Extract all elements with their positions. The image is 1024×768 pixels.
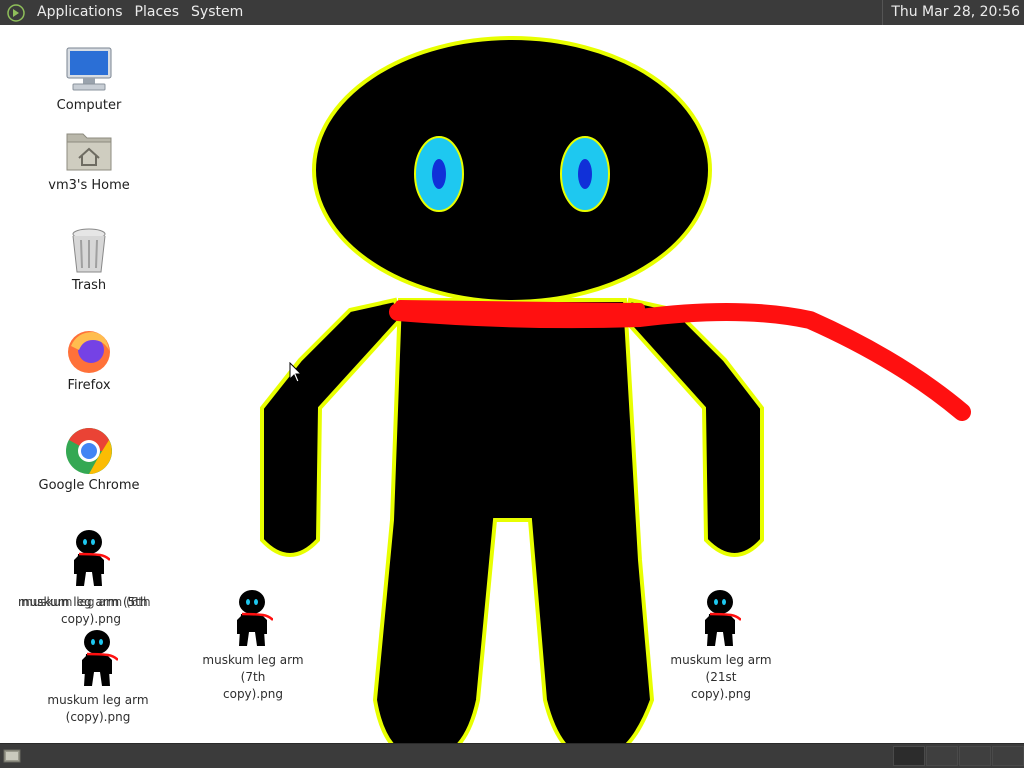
desktop-icon-label: Computer xyxy=(56,98,122,113)
firefox-icon xyxy=(68,331,110,373)
desktop-icon-firefox[interactable]: Firefox xyxy=(29,326,149,394)
places-menu[interactable]: Places xyxy=(129,0,186,25)
desktop-file-21st-copy[interactable]: muskum leg arm (21st copy).png xyxy=(661,588,781,703)
desktop-icon-home[interactable]: vm3's Home xyxy=(29,126,149,194)
desktop-file-7th-copy[interactable]: muskum leg arm (7th copy).png xyxy=(193,588,313,703)
workspace-1[interactable] xyxy=(893,746,925,766)
trash-icon xyxy=(72,228,106,273)
workspace-4[interactable] xyxy=(992,746,1024,766)
file-label-overlap-b: muskum leg arm (6th xyxy=(21,595,151,609)
desktop-icon-label: Trash xyxy=(71,278,107,293)
file-label-line1: muskum leg arm (21st xyxy=(670,653,772,684)
desktop-icon-computer[interactable]: Computer xyxy=(29,44,149,114)
file-label-line2: copy).png xyxy=(223,687,283,701)
workspace-3[interactable] xyxy=(959,746,991,766)
mate-logo-icon[interactable] xyxy=(7,3,25,22)
file-icon-stick-figure-thumb[interactable] xyxy=(70,528,111,590)
workspace-2[interactable] xyxy=(926,746,958,766)
file-label-overlap-line2: copy).png xyxy=(61,612,121,626)
desktop-icon-label: vm3's Home xyxy=(48,178,130,193)
home-folder-icon xyxy=(66,133,112,171)
clock[interactable]: Thu Mar 28, 20:56 xyxy=(882,0,1024,25)
computer-icon xyxy=(66,47,112,91)
image-thumbnail-icon xyxy=(82,630,118,686)
image-thumbnail-icon xyxy=(237,590,273,646)
image-thumbnail-icon xyxy=(74,530,111,586)
applications-menu[interactable]: Applications xyxy=(31,0,129,25)
file-label-line1: muskum leg arm xyxy=(47,693,149,707)
file-label-line2: copy).png xyxy=(691,687,751,701)
desktop-file-copy[interactable]: muskum leg arm (copy).png xyxy=(38,628,158,726)
bottom-panel xyxy=(0,743,1024,768)
file-label-line2: (copy).png xyxy=(65,710,131,724)
show-desktop-icon[interactable] xyxy=(2,747,22,765)
image-thumbnail-icon xyxy=(705,590,741,646)
top-panel: Applications Places System Thu Mar 28, 2… xyxy=(0,0,1024,25)
system-menu[interactable]: System xyxy=(185,0,249,25)
file-label-line1: muskum leg arm (7th xyxy=(202,653,304,684)
desktop-icon-chrome[interactable]: Google Chrome xyxy=(29,426,149,494)
desktop-icon-label: Google Chrome xyxy=(38,478,140,493)
desktop-icon-trash[interactable]: Trash xyxy=(29,226,149,294)
chrome-icon xyxy=(66,428,112,474)
mouse-pointer-icon xyxy=(289,362,303,383)
desktop-icon-label: Firefox xyxy=(67,378,111,393)
